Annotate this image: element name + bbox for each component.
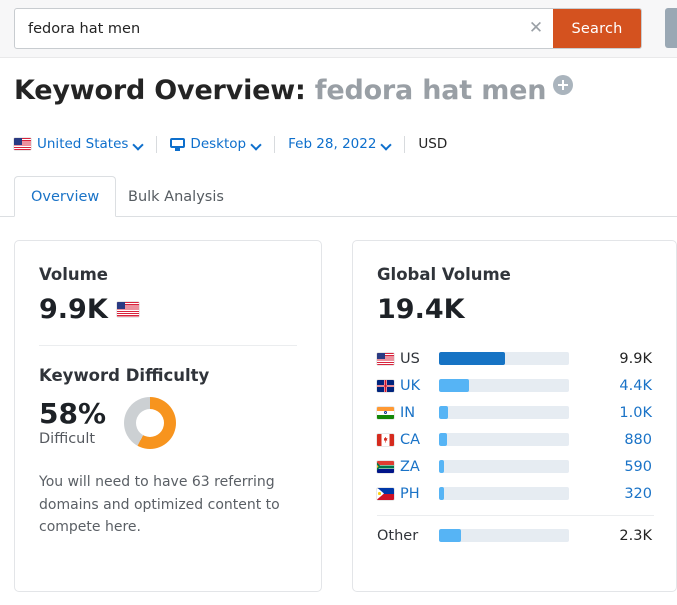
country-link-ca[interactable]: CA xyxy=(377,432,439,448)
volume-value-row: 9.9K xyxy=(39,296,297,323)
chevron-down-icon xyxy=(252,140,261,149)
monitor-icon xyxy=(170,137,186,151)
global-volume-row: PH 320 xyxy=(377,480,654,507)
country-filter[interactable]: United States xyxy=(14,136,143,152)
country-code: UK xyxy=(400,377,421,394)
side-panel-toggle-button[interactable] xyxy=(665,8,677,48)
global-volume-card: Global Volume 19.4K US 9.9K UK 4.4K IN 1.0K CA… xyxy=(352,240,677,592)
flag-ph-icon xyxy=(377,487,394,500)
country-code: US xyxy=(400,350,420,367)
global-volume-country-list: US 9.9K UK 4.4K IN 1.0K CA 880 ZA 590 PH 320 xyxy=(377,345,654,507)
volume-difficulty-card: Volume 9.9K Keyword Difficulty 58% Diffi… xyxy=(14,240,322,592)
country-bar-track xyxy=(439,379,569,392)
global-volume-other-row: Other 2.3K xyxy=(377,522,654,549)
plus-circle-icon[interactable] xyxy=(553,75,574,95)
date-filter-label: Feb 28, 2022 xyxy=(288,136,377,152)
volume-label: Volume xyxy=(39,265,108,284)
tab-bar: Overview Bulk Analysis xyxy=(0,172,677,217)
country-link-in[interactable]: IN xyxy=(377,405,439,421)
search-input[interactable] xyxy=(15,9,519,48)
country-bar-fill xyxy=(439,460,445,473)
global-volume-row: UK 4.4K xyxy=(377,372,654,399)
country-volume-value[interactable]: 1.0K xyxy=(569,405,654,421)
other-bar-fill xyxy=(439,529,462,542)
page-title-keyword: fedora hat men xyxy=(314,75,547,106)
filter-divider xyxy=(404,135,406,153)
country-volume-value[interactable]: 320 xyxy=(569,486,654,502)
page-title-prefix: Keyword Overview: xyxy=(14,75,306,106)
global-volume-row: US 9.9K xyxy=(377,345,654,372)
global-volume-label: Global Volume xyxy=(377,265,511,284)
flag-in-icon xyxy=(377,406,394,419)
tab-overview[interactable]: Overview xyxy=(14,176,117,217)
device-filter[interactable]: Desktop xyxy=(170,136,261,152)
search-bar-region: ✕ Search xyxy=(0,0,677,58)
date-filter[interactable]: Feb 28, 2022 xyxy=(288,136,391,152)
keyword-difficulty-label: Keyword Difficulty xyxy=(39,366,210,385)
country-volume-value[interactable]: 590 xyxy=(569,459,654,475)
tab-bulk-analysis[interactable]: Bulk Analysis xyxy=(112,176,240,217)
flag-uk-icon xyxy=(377,379,394,392)
filter-divider xyxy=(156,135,158,153)
clear-search-icon[interactable]: ✕ xyxy=(519,9,553,48)
filter-bar: United States Desktop Feb 28, 2022 USD xyxy=(14,133,447,155)
keyword-difficulty-note: You will need to have 63 referring domai… xyxy=(39,474,280,536)
country-bar-fill xyxy=(439,487,445,500)
country-volume-value: 9.9K xyxy=(619,350,652,367)
country-link-ph[interactable]: PH xyxy=(377,486,439,502)
global-volume-row: IN 1.0K xyxy=(377,399,654,426)
filter-divider xyxy=(274,135,276,153)
search-button[interactable]: Search xyxy=(553,9,641,48)
country-bar-fill xyxy=(439,433,447,446)
country-bar-track xyxy=(439,487,569,500)
country-filter-label: United States xyxy=(37,136,129,152)
keyword-difficulty-value: 58% xyxy=(39,397,107,431)
other-label: Other xyxy=(377,527,419,544)
country-bar-track xyxy=(439,433,569,446)
country-link-us: US xyxy=(377,351,439,367)
flag-us-icon xyxy=(377,352,394,365)
page-header: Keyword Overview: fedora hat men xyxy=(14,72,664,110)
other-bar-track xyxy=(439,529,569,542)
currency-label: USD xyxy=(418,136,448,152)
volume-value: 9.9K xyxy=(39,294,108,325)
country-code: CA xyxy=(400,431,421,448)
country-link-uk[interactable]: UK xyxy=(377,378,439,394)
flag-us-icon xyxy=(14,138,31,150)
keyword-difficulty-status: Difficult xyxy=(39,430,96,447)
country-bar-fill xyxy=(439,352,506,365)
country-bar-track xyxy=(439,460,569,473)
search-box[interactable]: ✕ Search xyxy=(14,8,642,49)
country-link-za[interactable]: ZA xyxy=(377,459,439,475)
global-volume-total: 19.4K xyxy=(377,294,465,325)
country-bar-track xyxy=(439,352,569,365)
device-filter-label: Desktop xyxy=(190,136,247,152)
global-volume-row: ZA 590 xyxy=(377,453,654,480)
global-volume-row: CA 880 xyxy=(377,426,654,453)
country-bar-fill xyxy=(439,406,449,419)
global-volume-divider xyxy=(377,515,654,516)
chevron-down-icon xyxy=(134,140,143,149)
keyword-difficulty-row: 58% Difficult xyxy=(39,397,297,449)
flag-ca-icon xyxy=(377,433,394,446)
country-code: ZA xyxy=(400,458,420,475)
page-title: Keyword Overview: fedora hat men xyxy=(14,72,664,110)
keyword-difficulty-donut-chart xyxy=(124,397,177,449)
country-code: PH xyxy=(400,485,420,502)
country-code: IN xyxy=(400,404,416,421)
country-volume-value[interactable]: 880 xyxy=(569,432,654,448)
flag-za-icon xyxy=(377,460,394,473)
other-value: 2.3K xyxy=(619,527,652,544)
country-bar-track xyxy=(439,406,569,419)
flag-us-icon xyxy=(116,302,139,317)
country-bar-fill xyxy=(439,379,469,392)
chevron-down-icon xyxy=(382,140,391,149)
country-volume-value[interactable]: 4.4K xyxy=(569,378,654,394)
